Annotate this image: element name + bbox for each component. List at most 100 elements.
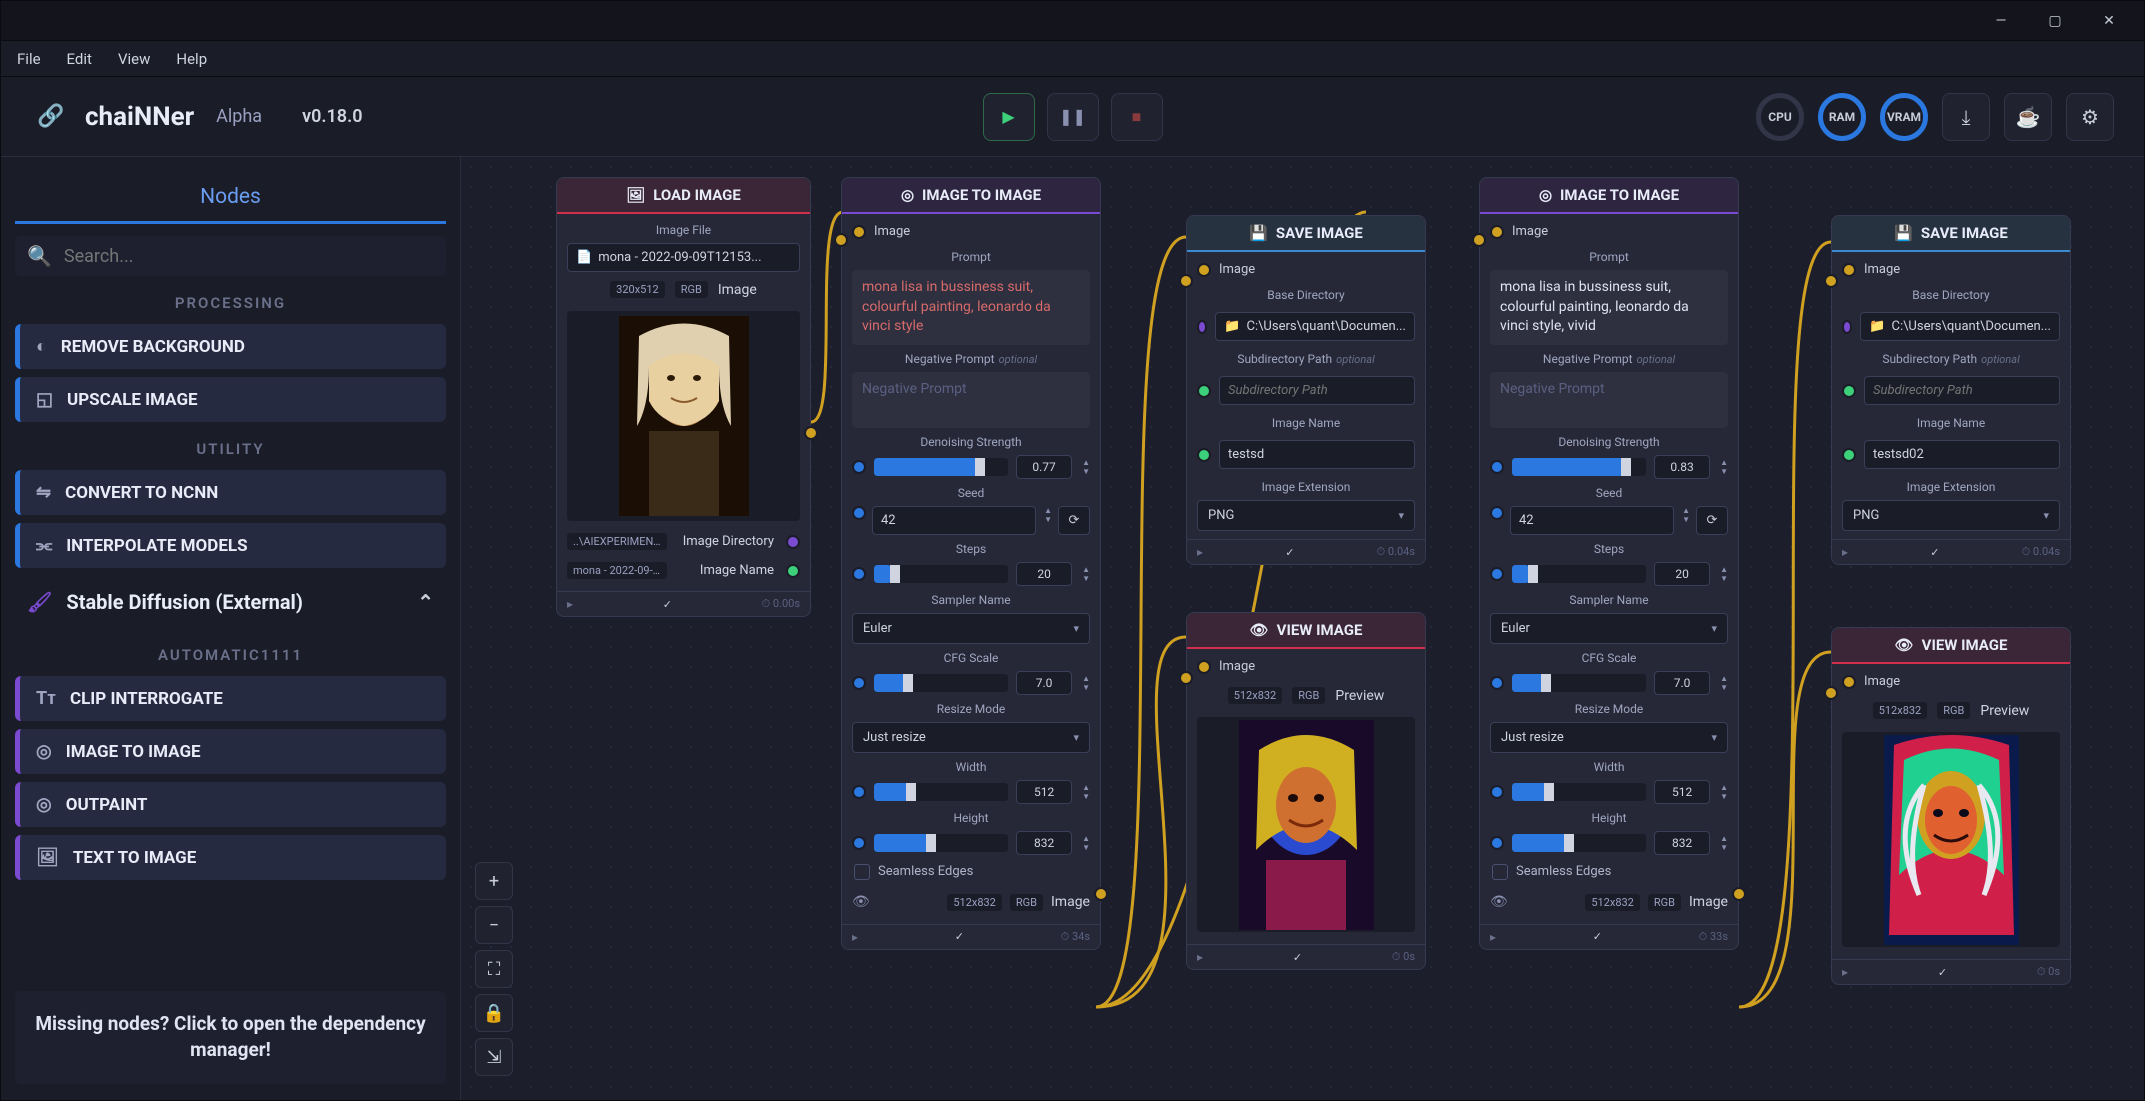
play-button[interactable]: ▶ <box>983 93 1035 141</box>
node-text-to-image[interactable]: 🖼TEXT TO IMAGE <box>15 835 446 880</box>
stop-button[interactable]: ■ <box>1111 93 1163 141</box>
cfg-value[interactable]: 7.0 <box>1654 671 1710 695</box>
width-slider[interactable] <box>874 783 1008 801</box>
export-button[interactable]: ⇲ <box>475 1038 513 1076</box>
node-save-image-2[interactable]: 💾SAVE IMAGE Image Base Directory 📁C:\Use… <box>1831 215 2071 565</box>
seamless-checkbox[interactable] <box>1492 864 1508 880</box>
height-slider[interactable] <box>1512 834 1646 852</box>
name-input[interactable]: testsd <box>1219 440 1415 469</box>
preview-toggle[interactable]: 👁 <box>852 894 870 910</box>
denoise-value[interactable]: 0.77 <box>1016 455 1072 479</box>
sidebar-tab-nodes[interactable]: Nodes <box>15 173 446 224</box>
steps-value[interactable]: 20 <box>1016 562 1072 586</box>
ext-select[interactable]: PNG▾ <box>1842 500 2060 531</box>
denoise-slider[interactable] <box>874 458 1008 476</box>
neg-prompt-input[interactable]: Negative Prompt <box>852 372 1090 428</box>
run-node-icon[interactable]: ▸ <box>1197 950 1203 964</box>
node-clip-interrogate[interactable]: TᴛCLIP INTERROGATE <box>15 676 446 721</box>
coffee-button[interactable]: ☕ <box>2004 93 2052 141</box>
preview-toggle[interactable]: 👁 <box>1490 894 1508 910</box>
pause-button[interactable]: ❚❚ <box>1047 93 1099 141</box>
denoise-slider[interactable] <box>1512 458 1646 476</box>
resize-select[interactable]: Just resize▾ <box>1490 722 1728 753</box>
node-view-image-1[interactable]: 👁VIEW IMAGE Image 512x832RGBPreview ▸✓⏱ … <box>1186 612 1426 970</box>
subdir-input[interactable] <box>1219 376 1415 405</box>
node-header[interactable]: ◎IMAGE TO IMAGE <box>1480 178 1738 214</box>
dir-input[interactable]: 📁C:\Users\quant\Documen... <box>1215 312 1415 341</box>
node-header[interactable]: 💾SAVE IMAGE <box>1187 216 1425 252</box>
height-value[interactable]: 832 <box>1016 831 1072 855</box>
resize-select[interactable]: Just resize▾ <box>852 722 1090 753</box>
run-node-icon[interactable]: ▸ <box>1490 930 1496 944</box>
menu-help[interactable]: Help <box>164 44 219 74</box>
file-picker[interactable]: 📄mona - 2022-09-09T12153... <box>567 243 800 272</box>
node-header[interactable]: 💾SAVE IMAGE <box>1832 216 2070 252</box>
cfg-value[interactable]: 7.0 <box>1016 671 1072 695</box>
node-remove-background[interactable]: ◐REMOVE BACKGROUND <box>15 324 446 369</box>
out-dims: 512x832 <box>1585 894 1640 911</box>
height-value[interactable]: 832 <box>1654 831 1710 855</box>
sampler-select[interactable]: Euler▾ <box>1490 613 1728 644</box>
node-header[interactable]: ◎IMAGE TO IMAGE <box>842 178 1100 214</box>
sampler-select[interactable]: Euler▾ <box>852 613 1090 644</box>
randomize-seed-button[interactable]: ⟳ <box>1058 506 1090 535</box>
width-value[interactable]: 512 <box>1654 780 1710 804</box>
prompt-input[interactable]: mona lisa in bussiness suit, colourful p… <box>1490 270 1728 345</box>
node-interpolate[interactable]: ⫘INTERPOLATE MODELS <box>15 523 446 568</box>
run-node-icon[interactable]: ▸ <box>567 597 573 611</box>
category-stable-diffusion[interactable]: 🖌 Stable Diffusion (External) ⌃ <box>15 576 446 628</box>
width-value[interactable]: 512 <box>1016 780 1072 804</box>
seamless-checkbox[interactable] <box>854 864 870 880</box>
maximize-button[interactable]: ▢ <box>2028 3 2082 39</box>
close-button[interactable]: ✕ <box>2082 3 2136 39</box>
search-input[interactable] <box>64 246 434 267</box>
lock-button[interactable]: 🔒 <box>475 994 513 1032</box>
node-header[interactable]: 👁VIEW IMAGE <box>1832 628 2070 664</box>
seed-input[interactable]: 42 <box>1510 506 1674 535</box>
prompt-input[interactable]: mona lisa in bussiness suit, colourful p… <box>852 270 1090 345</box>
menu-edit[interactable]: Edit <box>55 44 104 74</box>
minimize-button[interactable]: — <box>1974 3 2028 39</box>
node-view-image-2[interactable]: 👁VIEW IMAGE Image 512x832RGBPreview ▸✓⏱ … <box>1831 627 2071 985</box>
node-save-image-1[interactable]: 💾SAVE IMAGE Image Base Directory 📁C:\Use… <box>1186 215 1426 565</box>
node-header[interactable]: 👁VIEW IMAGE <box>1187 613 1425 649</box>
cfg-slider[interactable] <box>874 674 1008 692</box>
seed-input[interactable]: 42 <box>872 506 1036 535</box>
zoom-in-button[interactable]: + <box>475 862 513 900</box>
input-image: Image <box>1512 224 1548 239</box>
width-slider[interactable] <box>1512 783 1646 801</box>
height-slider[interactable] <box>874 834 1008 852</box>
run-node-icon[interactable]: ▸ <box>1842 545 1848 559</box>
node-canvas[interactable]: + − ⛶ 🔒 ⇲ 🖼LOAD IMAGE Image File <box>461 157 2144 1100</box>
steps-slider[interactable] <box>1512 565 1646 583</box>
node-image-to-image-1[interactable]: ◎IMAGE TO IMAGE Image Prompt mona lisa i… <box>841 177 1101 950</box>
randomize-seed-button[interactable]: ⟳ <box>1696 506 1728 535</box>
run-node-icon[interactable]: ▸ <box>852 930 858 944</box>
cfg-slider[interactable] <box>1512 674 1646 692</box>
ext-select[interactable]: PNG▾ <box>1197 500 1415 531</box>
neg-prompt-input[interactable]: Negative Prompt <box>1490 372 1728 428</box>
node-convert-ncnn[interactable]: ⇋CONVERT TO NCNN <box>15 470 446 515</box>
download-button[interactable]: ⤓ <box>1942 93 1990 141</box>
exec-time: ⏱ 0.04s <box>2022 545 2060 559</box>
run-node-icon[interactable]: ▸ <box>1842 965 1848 979</box>
node-header[interactable]: 🖼LOAD IMAGE <box>557 178 810 214</box>
node-image-to-image-2[interactable]: ◎IMAGE TO IMAGE Image Prompt mona lisa i… <box>1479 177 1739 950</box>
settings-button[interactable]: ⚙ <box>2066 93 2114 141</box>
node-load-image[interactable]: 🖼LOAD IMAGE Image File 📄mona - 2022-09-0… <box>556 177 811 617</box>
subdir-input[interactable] <box>1864 376 2060 405</box>
node-outpaint[interactable]: ◎OUTPAINT <box>15 782 446 827</box>
run-node-icon[interactable]: ▸ <box>1197 545 1203 559</box>
name-input[interactable]: testsd02 <box>1864 440 2060 469</box>
node-image-to-image[interactable]: ◎IMAGE TO IMAGE <box>15 729 446 774</box>
denoise-value[interactable]: 0.83 <box>1654 455 1710 479</box>
menu-view[interactable]: View <box>106 44 162 74</box>
dir-input[interactable]: 📁C:\Users\quant\Documen... <box>1860 312 2060 341</box>
dependency-manager-link[interactable]: Missing nodes? Click to open the depende… <box>15 991 446 1084</box>
steps-value[interactable]: 20 <box>1654 562 1710 586</box>
fit-view-button[interactable]: ⛶ <box>475 950 513 988</box>
zoom-out-button[interactable]: − <box>475 906 513 944</box>
menu-file[interactable]: File <box>5 44 53 74</box>
steps-slider[interactable] <box>874 565 1008 583</box>
node-upscale-image[interactable]: ◱UPSCALE IMAGE <box>15 377 446 422</box>
